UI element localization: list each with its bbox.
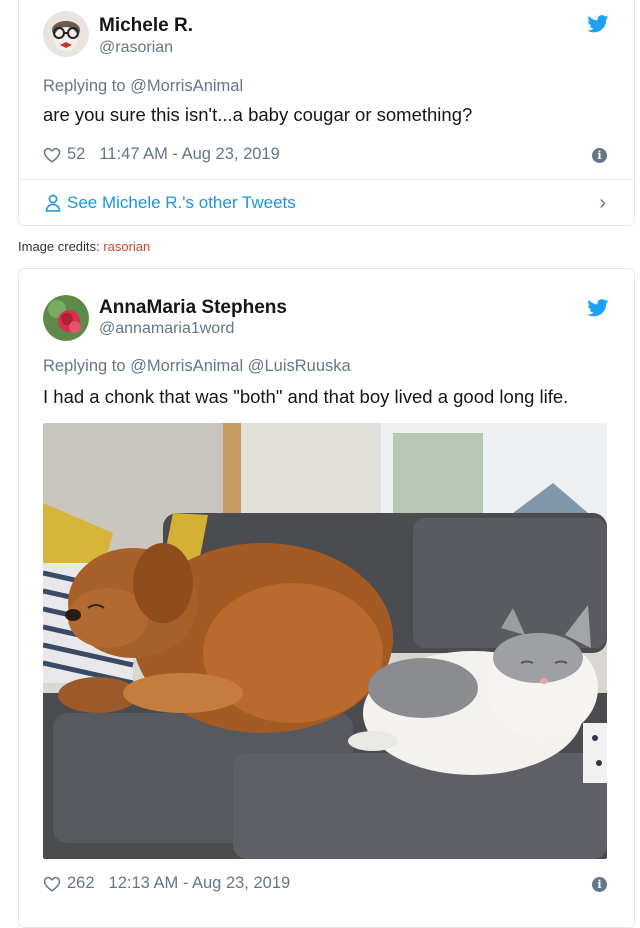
credit-link[interactable]: rasorian [103, 239, 150, 254]
author-handle[interactable]: @rasorian [99, 39, 173, 57]
dog-and-cat-photo [43, 423, 607, 859]
info-icon[interactable]: i [592, 877, 607, 892]
like-count[interactable]: 262 [67, 874, 95, 893]
credit-label: Image credits: [18, 239, 100, 254]
person-icon [45, 194, 61, 212]
avatar[interactable] [43, 11, 89, 57]
heart-icon[interactable] [43, 147, 61, 163]
timestamp[interactable]: 11:47 AM - Aug 23, 2019 [99, 145, 279, 164]
timestamp[interactable]: 12:13 AM - Aug 23, 2019 [109, 874, 291, 893]
author-name[interactable]: AnnaMaria Stephens [99, 297, 287, 319]
image-credits: Image credits: rasorian [18, 239, 150, 254]
tweet-meta: 262 12:13 AM - Aug 23, 2019 [43, 874, 290, 893]
see-other-tweets-link[interactable]: See Michele R.'s other Tweets [67, 193, 296, 213]
chevron-right-icon[interactable]: › [599, 192, 606, 215]
twitter-bird-icon[interactable] [587, 299, 609, 317]
heart-icon[interactable] [43, 876, 61, 892]
tweet-photo[interactable] [43, 423, 607, 859]
avatar[interactable] [43, 295, 89, 341]
replying-to[interactable]: Replying to @MorrisAnimal [43, 77, 243, 96]
tweet-meta: 52 11:47 AM - Aug 23, 2019 [43, 145, 280, 164]
author-name[interactable]: Michele R. [99, 15, 193, 37]
info-icon[interactable]: i [592, 148, 607, 163]
tweet-text: I had a chonk that was "both" and that b… [43, 386, 569, 407]
like-count[interactable]: 52 [67, 145, 85, 164]
see-other-tweets-row[interactable]: See Michele R.'s other Tweets › [19, 180, 634, 226]
replying-to[interactable]: Replying to @MorrisAnimal @LuisRuuska [43, 357, 351, 376]
tweet-text: are you sure this isn't...a baby cougar … [43, 104, 473, 125]
twitter-bird-icon[interactable] [587, 15, 609, 33]
tweet-card-1: Michele R. @rasorian Replying to @Morris… [18, 0, 635, 226]
tweet-card-2: AnnaMaria Stephens @annamaria1word Reply… [18, 268, 635, 928]
author-handle[interactable]: @annamaria1word [99, 320, 234, 338]
